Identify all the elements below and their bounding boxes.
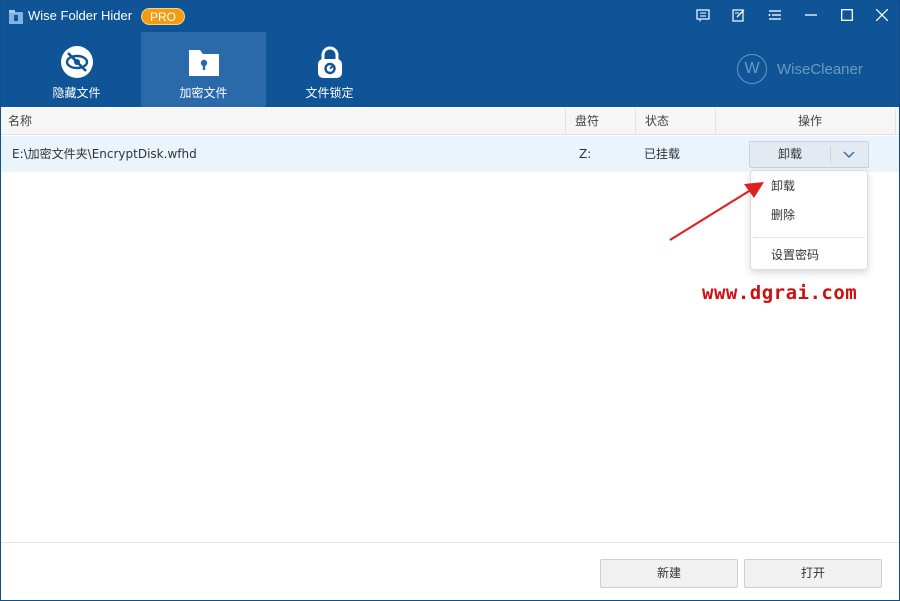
cell-status: 已挂载 [644, 147, 681, 161]
chevron-down-icon[interactable] [842, 150, 856, 160]
title-bar[interactable]: Wise Folder Hider PRO [1, 1, 899, 31]
tab-encrypt-files[interactable]: 加密文件 [141, 32, 266, 107]
column-header-drive[interactable]: 盘符 [575, 108, 599, 135]
unmount-button[interactable]: 卸载 [750, 142, 830, 167]
column-divider[interactable] [635, 108, 636, 135]
maximize-icon[interactable] [835, 5, 859, 25]
unmount-split-button[interactable]: 卸载 [749, 141, 869, 168]
table-header: 名称 盘符 状态 操作 [1, 108, 899, 135]
app-title: Wise Folder Hider [28, 8, 133, 23]
tab-label: 文件锁定 [305, 86, 354, 100]
minimize-icon[interactable] [799, 5, 823, 25]
feedback-icon[interactable] [691, 5, 715, 25]
watermark-text: www.dgrai.com [702, 282, 858, 304]
column-divider[interactable] [715, 108, 716, 135]
column-divider[interactable] [895, 108, 896, 135]
wisecleaner-logo: W WiseCleaner [737, 54, 863, 84]
column-header-action[interactable]: 操作 [798, 108, 822, 135]
header-bar: Wise Folder Hider PRO 隐藏文件 加密文件 文件锁定 W W… [1, 1, 899, 107]
tab-label: 隐藏文件 [52, 86, 101, 100]
footer-bar: 新建 打开 [1, 542, 899, 600]
tab-hide-files[interactable]: 隐藏文件 [14, 32, 139, 107]
locked-folder-icon [188, 50, 219, 76]
pro-badge[interactable]: PRO [141, 8, 185, 25]
close-icon[interactable] [870, 5, 894, 25]
annotation-arrow-icon [669, 182, 764, 241]
menu-icon[interactable] [763, 5, 787, 25]
table-row[interactable]: E:\加密文件夹\EncryptDisk.wfhd Z: 已挂载 卸载 [1, 136, 899, 172]
cell-file-path: E:\加密文件夹\EncryptDisk.wfhd [12, 147, 197, 161]
column-header-name[interactable]: 名称 [8, 108, 32, 135]
edit-icon[interactable] [727, 5, 751, 25]
open-button[interactable]: 打开 [744, 559, 882, 588]
brand-name: WiseCleaner [777, 60, 863, 78]
column-divider[interactable] [565, 108, 566, 135]
button-divider [830, 146, 831, 163]
column-header-status[interactable]: 状态 [645, 108, 669, 135]
brand-initial: W [737, 54, 767, 84]
app-logo-icon [9, 10, 23, 24]
new-button[interactable]: 新建 [600, 559, 738, 588]
tab-label: 加密文件 [179, 86, 228, 100]
eye-hidden-icon [60, 46, 93, 78]
app-window: Wise Folder Hider PRO 隐藏文件 加密文件 文件锁定 W W… [0, 0, 900, 601]
lock-icon [317, 46, 342, 78]
cell-drive-letter: Z: [579, 147, 592, 161]
tab-lock-files[interactable]: 文件锁定 [267, 32, 392, 107]
